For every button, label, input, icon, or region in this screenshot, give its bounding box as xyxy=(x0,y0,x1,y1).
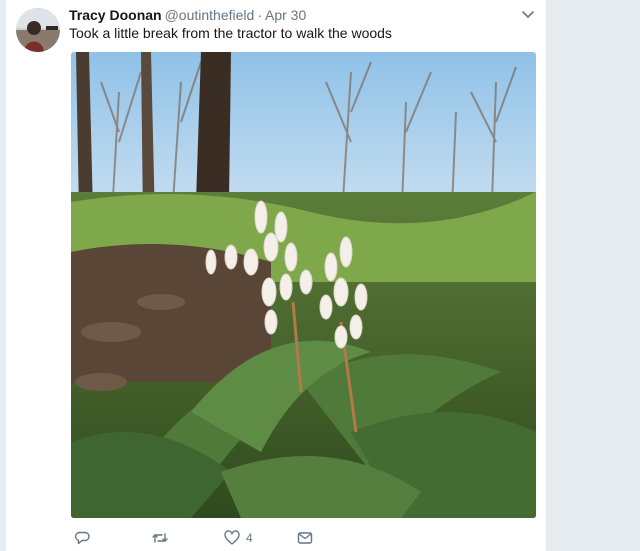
like-count: 4 xyxy=(246,531,253,545)
avatar[interactable] xyxy=(16,8,60,52)
tweet-actions: 4 xyxy=(69,528,329,548)
separator-dot: · xyxy=(257,7,262,23)
tweet-text: Took a little break from the tractor to … xyxy=(69,25,392,41)
author-handle[interactable]: @outinthefield xyxy=(165,7,255,23)
author-name[interactable]: Tracy Doonan xyxy=(69,7,162,23)
tweet-header: Tracy Doonan @outinthefield · Apr 30 xyxy=(69,6,306,24)
chevron-down-icon[interactable] xyxy=(519,6,537,24)
reply-icon xyxy=(74,530,90,546)
heart-icon xyxy=(224,530,240,546)
tweet-card: Tracy Doonan @outinthefield · Apr 30 Took a… xyxy=(6,0,547,551)
tweet-date[interactable]: Apr 30 xyxy=(265,7,306,23)
tweet-photo[interactable] xyxy=(71,52,536,518)
like-button[interactable]: 4 xyxy=(224,528,253,548)
reply-button[interactable] xyxy=(74,528,90,548)
retweet-icon xyxy=(151,530,169,546)
envelope-icon xyxy=(297,530,313,546)
retweet-button[interactable] xyxy=(151,528,169,548)
direct-message-button[interactable] xyxy=(297,528,313,548)
